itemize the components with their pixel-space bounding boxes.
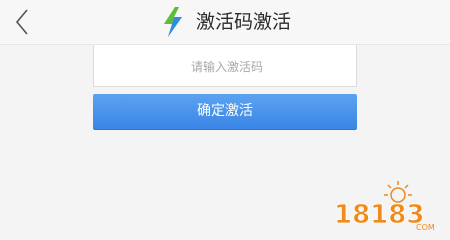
watermark-text: 18183 <box>334 200 424 230</box>
site-watermark-logo: 18183 COM <box>334 181 435 232</box>
app-header: 激活码激活 <box>0 0 450 45</box>
lightning-bolt-icon <box>164 7 182 37</box>
activation-code-input[interactable] <box>94 45 360 88</box>
watermark-suffix: COM <box>416 223 435 232</box>
page-title: 激活码激活 <box>196 11 292 33</box>
back-button[interactable] <box>6 6 38 38</box>
confirm-activate-button[interactable]: 确定激活 <box>93 94 357 130</box>
activation-code-field[interactable] <box>93 45 360 88</box>
sun-icon <box>384 181 412 203</box>
chevron-left-icon <box>15 9 28 35</box>
